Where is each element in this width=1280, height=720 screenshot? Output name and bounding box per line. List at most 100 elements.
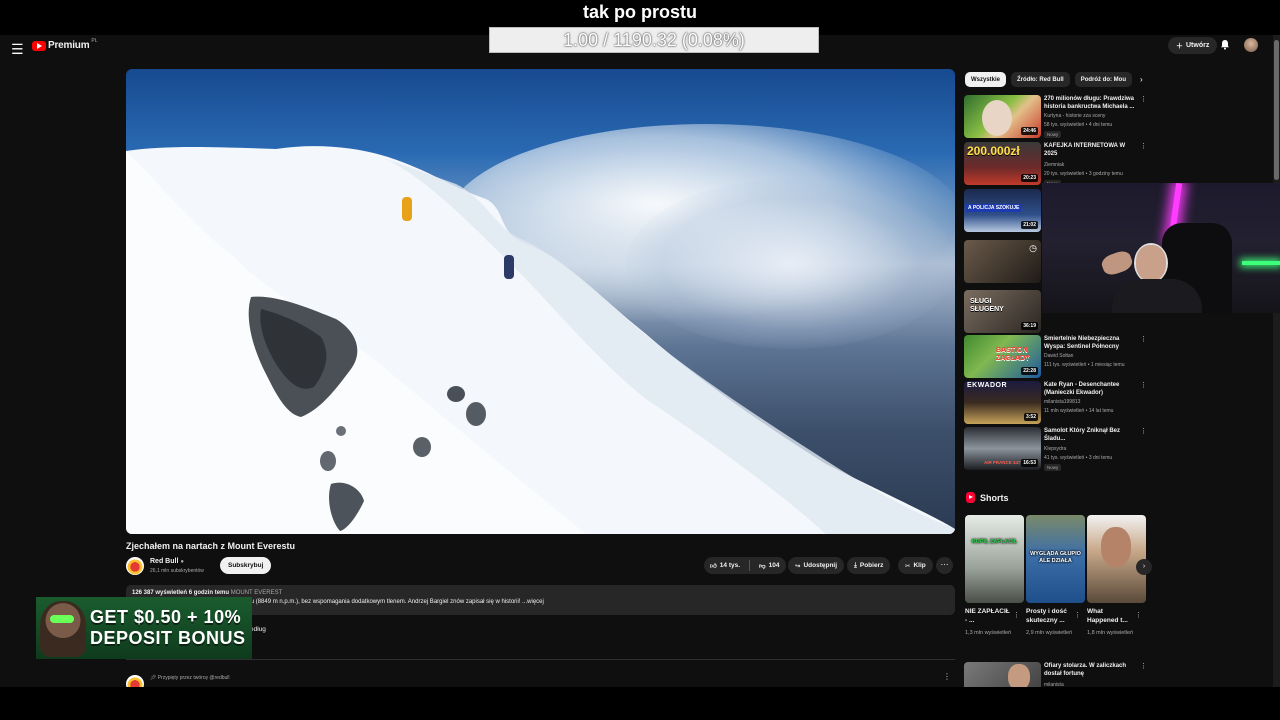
short-thumbnail[interactable]: KUPIŁ ZAPŁACIŁ [965, 515, 1024, 603]
screen: tak po prostu 1.00 / 1190.32 (0.08%) ☰ P… [0, 0, 1280, 720]
like-count: 14 tys. [719, 562, 741, 569]
casino-ad-banner[interactable]: GET $0.50 + 10% DEPOSIT BONUS [36, 597, 252, 659]
comment-avatar[interactable] [126, 675, 144, 687]
ad-mascot-eyes [50, 615, 74, 623]
recommendation-item[interactable]: 200.000zł 20:23 KAFEJKA INTERNETOWA W 20… [964, 142, 1147, 187]
video-thumbnail[interactable]: SŁUGI SŁUGENY 36:19 [964, 290, 1041, 333]
thumbs-up-icon: 👍︎ [710, 562, 717, 570]
recommendation-title[interactable]: Ofiary stolarza. W zaliczkach dostał for… [1044, 662, 1136, 678]
account-avatar[interactable] [1244, 38, 1258, 52]
create-button[interactable]: ＋ Utwórz [1168, 37, 1218, 54]
more-icon[interactable]: ⋮ [1140, 142, 1147, 150]
menu-icon[interactable]: ☰ [11, 41, 24, 58]
share-button[interactable]: ↪ Udostępnij [788, 557, 845, 574]
youtube-page: ☰ Premium PL ＋ Utwórz Zjechałem na narta… [0, 35, 1280, 687]
short-title[interactable]: Prosty i dość skuteczny ... [1026, 607, 1074, 625]
more-icon[interactable]: ⋮ [1140, 427, 1147, 435]
thumb-text: EKWADOR [967, 382, 1008, 389]
recommendation-title[interactable]: 270 milionów długu: Prawdziwa historia b… [1044, 95, 1136, 111]
thumb-text: SŁUGI SŁUGENY [970, 298, 1004, 313]
pin-icon: 📌︎ [150, 675, 157, 681]
stream-title-overlay: tak po prostu [582, 2, 697, 22]
recommendation-item[interactable]: EKWADOR 3:52 Kate Ryan - Desenchantee (M… [964, 381, 1147, 425]
short-title[interactable]: What Happened t... [1087, 607, 1135, 625]
recommendation-channel[interactable]: milanista199813 [1044, 399, 1080, 405]
streamer-shirt [1112, 279, 1202, 313]
new-badge: Nowy [1044, 131, 1062, 138]
recommendation-item[interactable]: BASTION ZAGŁADY 22:28 Śmiertelnie Niebez… [964, 335, 1147, 379]
more-icon[interactable]: ⋮ [1140, 662, 1147, 670]
download-icon: ⤓ [854, 561, 857, 569]
bell-icon[interactable] [1220, 39, 1230, 53]
dislike-button[interactable]: 👎︎ 104 [753, 557, 785, 574]
channel-avatar[interactable] [126, 557, 144, 575]
short-thumbnail[interactable]: WYGLĄDA GŁUPIO ALE DZIAŁA [1026, 515, 1085, 603]
thumb-face [1008, 664, 1030, 687]
thumb-face [982, 100, 1012, 136]
video-thumbnail[interactable]: A POLICJA SZOKUJE 21:02 [964, 189, 1041, 232]
neon-light-green [1242, 261, 1280, 265]
short-face [1101, 527, 1131, 567]
chevron-right-icon[interactable]: › [1137, 72, 1146, 87]
share-label: Udostępnij [803, 562, 838, 569]
scrollbar-thumb[interactable] [1274, 40, 1279, 180]
video-thumbnail[interactable]: AIR FRANCE 447 16:53 [964, 427, 1041, 470]
view-stats: 126 387 wyświetleń 6 godzin temu [132, 590, 230, 596]
more-icon[interactable]: ⋮ [1140, 95, 1147, 103]
thumbs-down-icon: 👎︎ [759, 562, 766, 570]
short-thumbnail[interactable] [1087, 515, 1146, 603]
comment-more-icon[interactable]: ⋮ [943, 672, 951, 681]
ad-subheadline: DEPOSIT BONUS [90, 628, 246, 648]
recommendation-title[interactable]: Śmiertelnie Niebezpieczna Wyspa: Sentine… [1044, 335, 1136, 351]
video-duration: 36:19 [1021, 322, 1038, 330]
video-thumbnail[interactable]: 200.000zł 20:23 [964, 142, 1041, 185]
chip-source[interactable]: Źródło: Red Bull [1011, 72, 1070, 87]
stream-counter-overlay: 1.00 / 1190.32 (0.08%) [489, 27, 819, 53]
clip-button[interactable]: ✂ Klip [898, 557, 933, 574]
thumb-text: 200.000zł [967, 144, 1020, 158]
youtube-premium-logo[interactable]: Premium PL [32, 38, 98, 51]
like-divider [749, 560, 751, 571]
video-thumbnail[interactable]: ◷ [964, 240, 1041, 283]
video-player[interactable] [126, 69, 955, 534]
channel-name[interactable]: Red Bull ● [150, 558, 184, 565]
shorts-next-icon[interactable]: › [1136, 559, 1152, 575]
video-thumbnail[interactable] [964, 662, 1041, 687]
more-icon[interactable]: ⋮ [1140, 381, 1147, 389]
description-tag[interactable]: MOUNT EVEREST [231, 590, 283, 596]
short-title[interactable]: NIE ZAPŁACIŁ - ... [965, 607, 1013, 625]
download-label: Pobierz [859, 562, 884, 569]
page-scrollbar[interactable] [1273, 35, 1280, 687]
recommendation-item[interactable]: 24:46 270 milionów długu: Prawdziwa hist… [964, 95, 1147, 139]
recommendation-title[interactable]: Kate Ryan - Desenchantee (Maniеczki Ekwa… [1044, 381, 1136, 397]
subscribe-button[interactable]: Subskrybuj [220, 557, 272, 574]
video-thumbnail[interactable]: BASTION ZAGŁADY 22:28 [964, 335, 1041, 378]
recommendation-item[interactable]: AIR FRANCE 447 16:53 Samolot Który Znikn… [964, 427, 1147, 471]
youtube-play-icon [32, 40, 46, 51]
recommendation-item[interactable]: Ofiary stolarza. W zaliczkach dostał for… [964, 662, 1147, 687]
recommendation-title[interactable]: KAFEJKA INTERNETOWA W 2025 [1044, 142, 1136, 158]
more-actions-icon[interactable]: ⋯ [936, 557, 953, 574]
recommendation-channel[interactable]: Dawid Sołtan [1044, 353, 1073, 359]
chip-journey[interactable]: Podróż do: Mou [1074, 72, 1133, 87]
recommendation-meta: 58 tys. wyświetleń • 4 dni temu [1044, 122, 1113, 128]
skier-yellow [402, 197, 412, 221]
share-icon: ↪ [795, 562, 801, 570]
video-thumbnail[interactable]: 24:46 [964, 95, 1041, 138]
like-button[interactable]: 👍︎ 14 tys. [704, 557, 746, 574]
more-icon[interactable]: ⋮ [1074, 611, 1081, 619]
recommendation-channel[interactable]: Kurtyna - historie zza sceny [1044, 113, 1105, 119]
recommendation-meta: 111 tys. wyświetleń • 1 miesiąc temu [1044, 362, 1125, 368]
recommendation-channel[interactable]: Klepsydra [1044, 446, 1066, 452]
subscriber-count: 26,1 mln subskrybentów [150, 568, 204, 574]
recommendation-meta: 41 tys. wyświetleń • 3 dni temu [1044, 455, 1113, 461]
download-button[interactable]: ⤓ Pobierz [847, 557, 891, 574]
more-icon[interactable]: ⋮ [1135, 611, 1142, 619]
chip-all[interactable]: Wszystkie [965, 72, 1007, 87]
video-thumbnail[interactable]: EKWADOR 3:52 [964, 381, 1041, 424]
recommendation-channel[interactable]: Ziemniak [1044, 162, 1064, 168]
recommendation-title[interactable]: Samolot Który Zniknął Bez Śladu... [1044, 427, 1136, 443]
video-duration: 22:28 [1021, 367, 1038, 375]
more-icon[interactable]: ⋮ [1140, 335, 1147, 343]
more-icon[interactable]: ⋮ [1013, 611, 1020, 619]
